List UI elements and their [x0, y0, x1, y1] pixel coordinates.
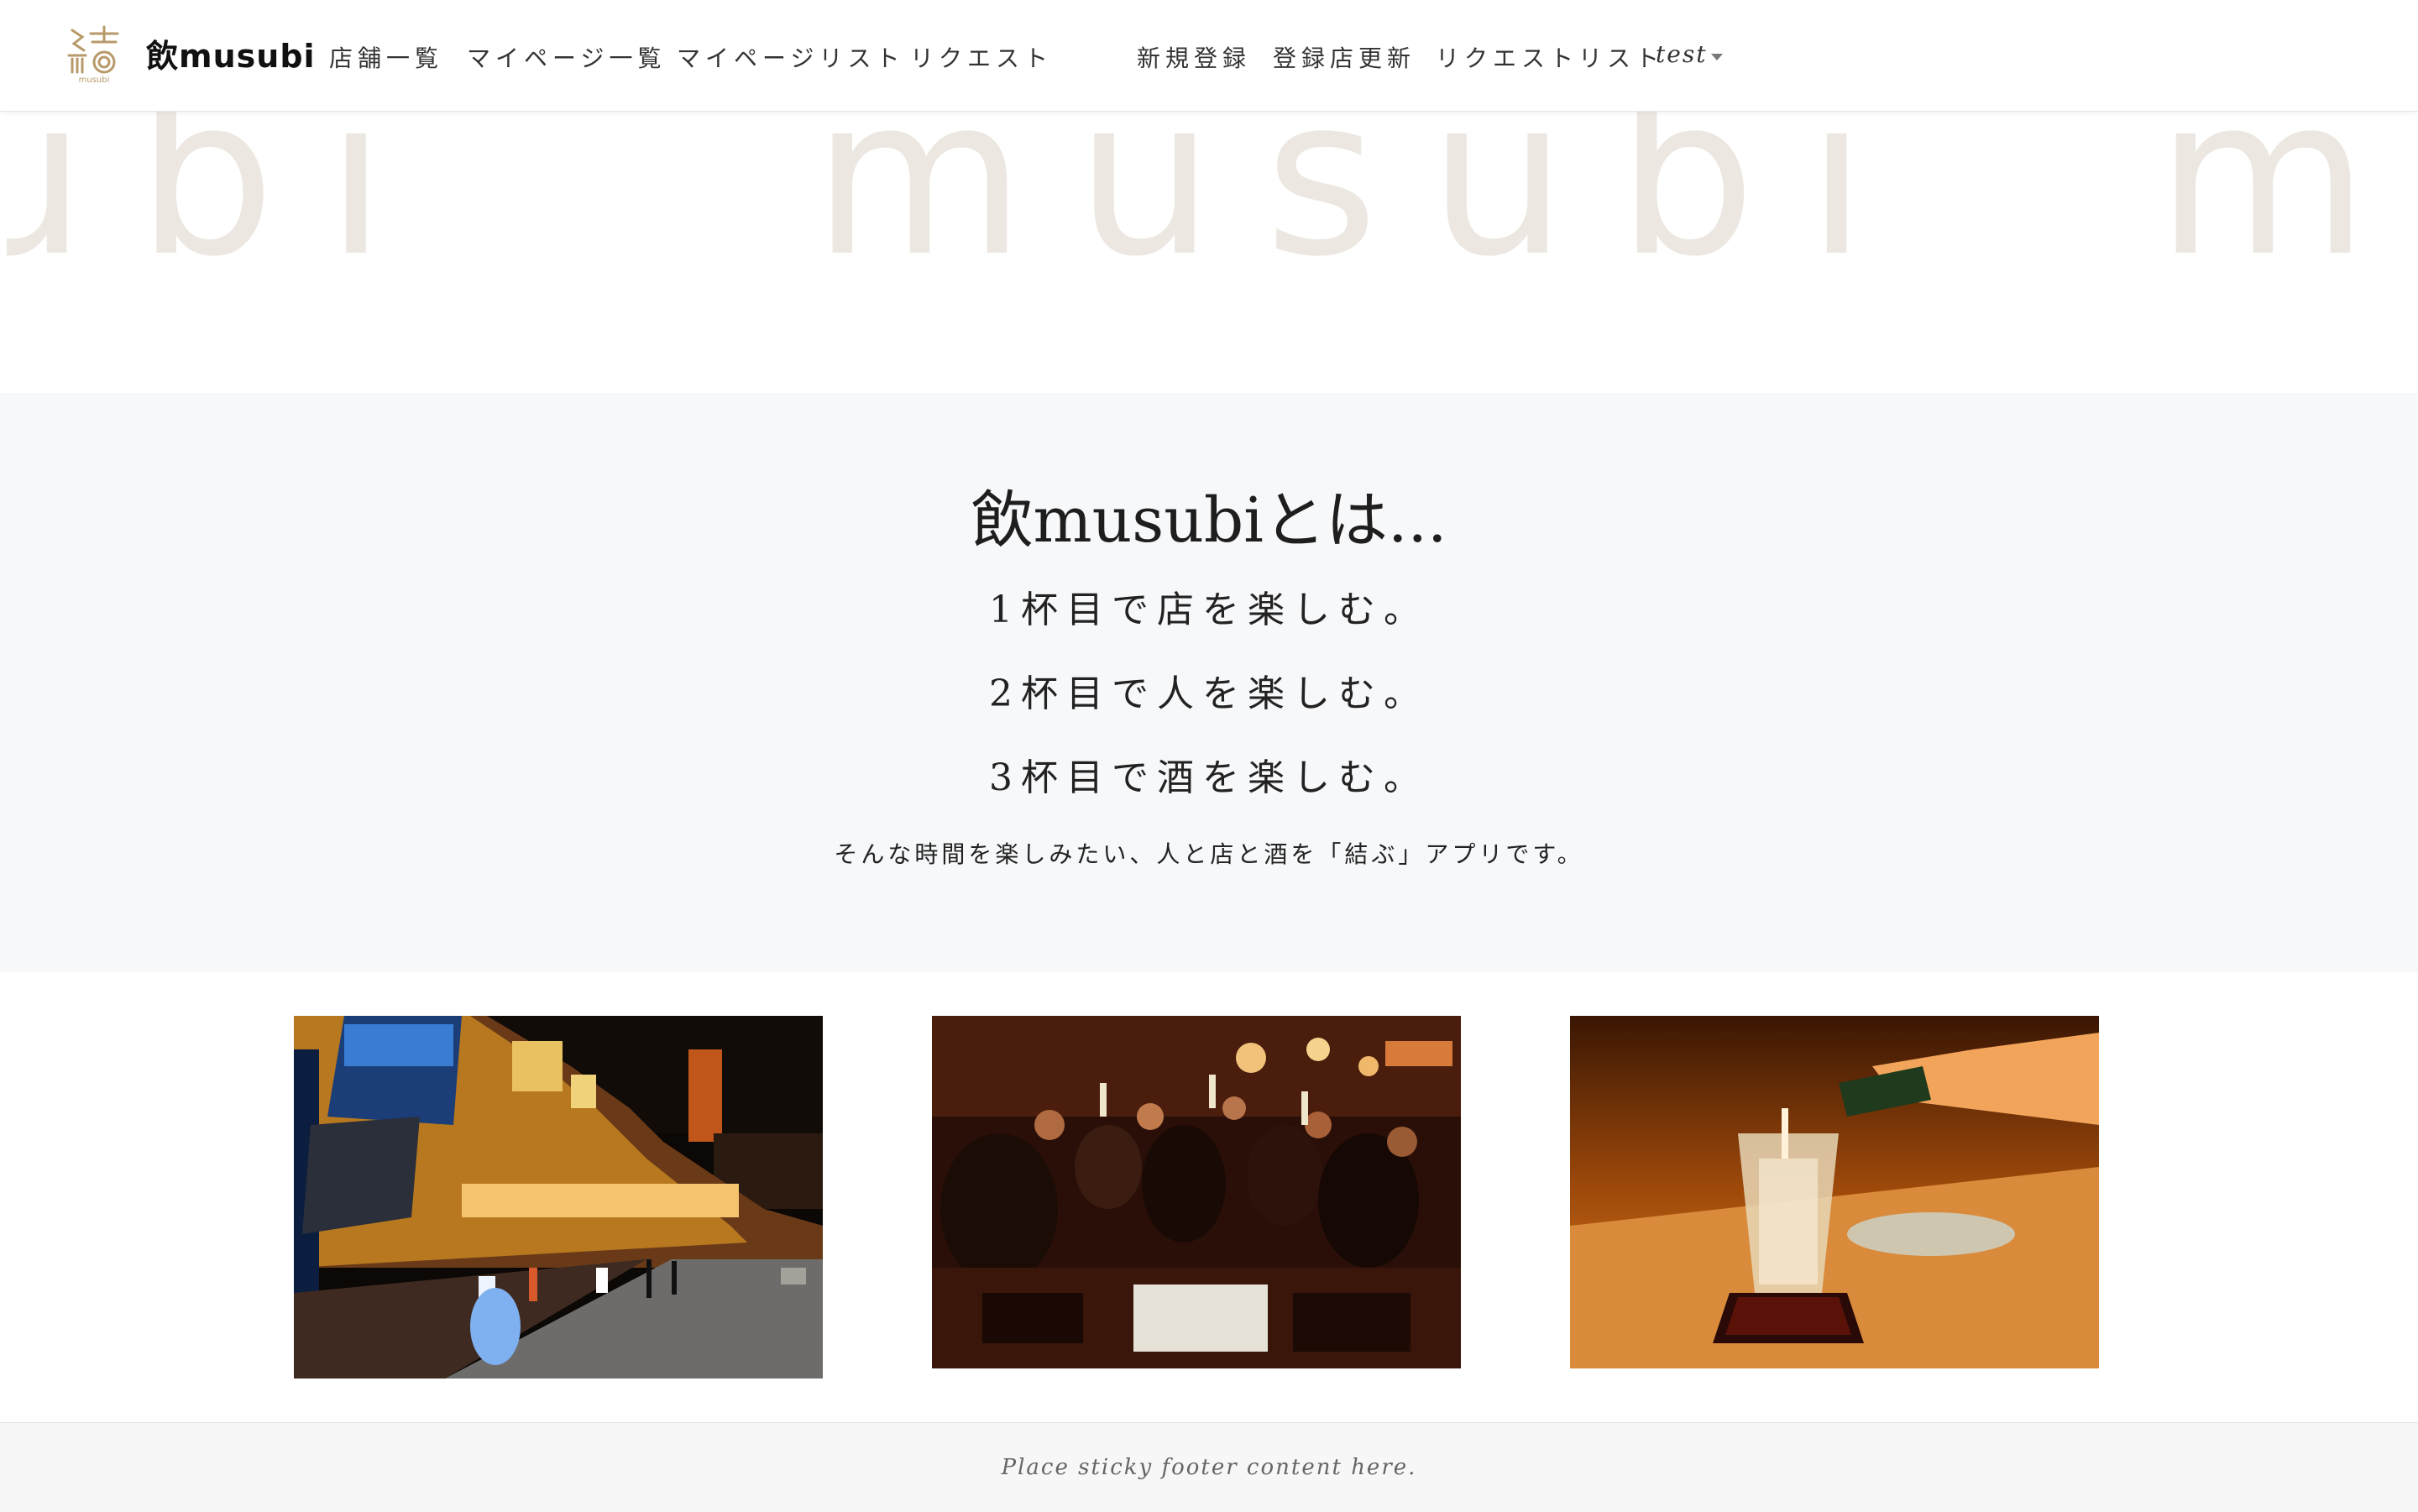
about-line-1: 1杯目で店を楽しむ。: [989, 589, 1429, 631]
nav-mypage-wishlist[interactable]: マイページリスト: [677, 40, 904, 74]
about-section: 飲musubiとは... 1杯目で店を楽しむ。 2杯目で人を楽しむ。 3杯目で酒…: [0, 393, 2418, 972]
user-menu-toggle[interactable]: test: [1656, 40, 1707, 68]
hero-watermark-right: mu: [2156, 111, 2411, 305]
musubi-logo-icon[interactable]: musubi: [65, 25, 123, 84]
hero-watermark-center: musubi: [813, 111, 1918, 305]
photo-gallery: [7, 972, 2411, 1422]
caret-down-icon[interactable]: [1711, 54, 1723, 60]
about-subtitle: そんな時間を楽しみたい、人と店と酒を「結ぶ」アプリです。: [834, 840, 1584, 868]
sake-pour-photo: [1570, 1016, 2099, 1368]
nav-shop-list[interactable]: 店舗一覧: [329, 40, 443, 74]
nav-register[interactable]: 新規登録: [1137, 40, 1251, 74]
footer-text: Place sticky footer content here.: [1001, 1455, 1417, 1480]
brand-link[interactable]: 飲musubi: [146, 30, 316, 76]
night-street-photo: [294, 1016, 823, 1379]
navbar: musubi 飲musubi 店舗一覧 マイページ一覧 マイページリスト リクエ…: [0, 0, 2418, 112]
nav-request[interactable]: リクエスト: [910, 40, 1053, 74]
about-line-3: 3杯目で酒を楽しむ。: [989, 756, 1429, 799]
svg-text:musubi: musubi: [79, 76, 110, 84]
nav-request-list[interactable]: リクエストリスト: [1436, 40, 1664, 74]
about-title: 飲musubiとは...: [971, 484, 1447, 557]
about-line-2: 2杯目で人を楽しむ。: [989, 672, 1429, 715]
nav-update-shop[interactable]: 登録店更新: [1273, 40, 1416, 74]
hero-watermark-left: ubi: [7, 111, 437, 305]
toast-party-photo: [932, 1016, 1461, 1368]
hero-banner: ubi musubi mu: [7, 111, 2411, 393]
sticky-footer: Place sticky footer content here.: [0, 1422, 2418, 1512]
nav-mypage-list[interactable]: マイページ一覧: [467, 40, 666, 74]
